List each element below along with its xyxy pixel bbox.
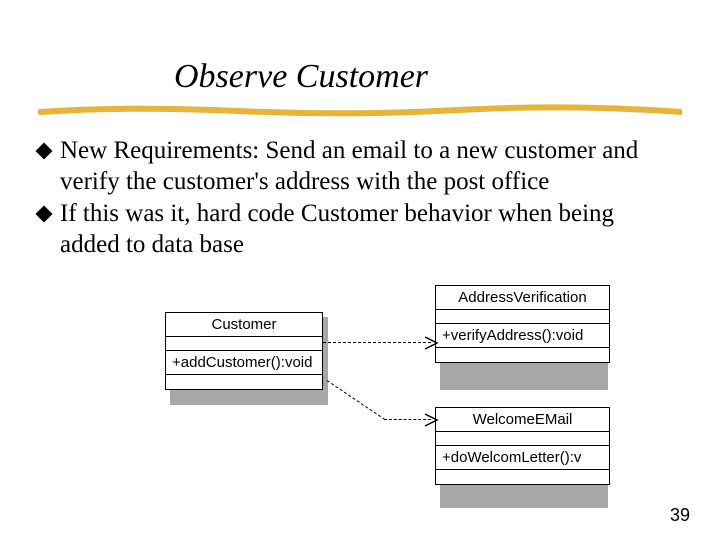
bullet-diamond-icon bbox=[36, 206, 53, 223]
uml-diagram: AddressVerification +verifyAddress():voi… bbox=[150, 300, 610, 505]
uml-class-welcomeemail: WelcomeEMail +doWelcomLetter():v bbox=[435, 407, 610, 485]
bullet-text: If this was it, hard code Customer behav… bbox=[60, 199, 678, 260]
bullet-item: New Requirements: Send an email to a new… bbox=[38, 136, 678, 197]
dependency-arrow bbox=[323, 342, 431, 343]
dependency-arrow bbox=[327, 380, 386, 420]
arrow-head-icon bbox=[423, 412, 439, 428]
page-number: 39 bbox=[670, 505, 690, 526]
uml-class-name: AddressVerification bbox=[436, 286, 609, 310]
uml-method: +addCustomer():void bbox=[166, 351, 322, 375]
uml-attributes-empty bbox=[166, 337, 322, 351]
uml-class-name: Customer bbox=[166, 313, 322, 337]
arrow-head-icon bbox=[423, 335, 439, 351]
uml-class-name: WelcomeEMail bbox=[436, 408, 609, 432]
uml-class-customer: Customer +addCustomer():void bbox=[165, 312, 323, 390]
bullet-diamond-icon bbox=[36, 143, 53, 160]
bullet-list: New Requirements: Send an email to a new… bbox=[38, 136, 678, 262]
bullet-item: If this was it, hard code Customer behav… bbox=[38, 199, 678, 260]
slide-title: Observe Customer bbox=[174, 58, 428, 96]
uml-section-empty bbox=[436, 348, 609, 362]
title-underline bbox=[38, 104, 682, 118]
uml-section-empty bbox=[436, 470, 609, 484]
uml-class-addressverification: AddressVerification +verifyAddress():voi… bbox=[435, 285, 610, 363]
uml-method: +doWelcomLetter():v bbox=[436, 446, 609, 470]
uml-attributes-empty bbox=[436, 310, 609, 324]
uml-method: +verifyAddress():void bbox=[436, 324, 609, 348]
uml-section-empty bbox=[166, 375, 322, 389]
uml-attributes-empty bbox=[436, 432, 609, 446]
bullet-text: New Requirements: Send an email to a new… bbox=[60, 136, 678, 197]
